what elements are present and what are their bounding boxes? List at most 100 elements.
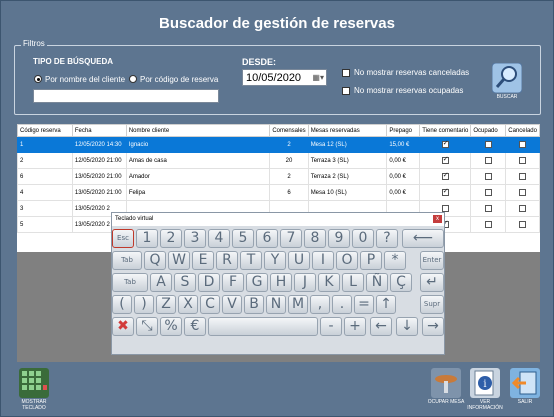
cancelado-checkbox[interactable] <box>519 156 527 164</box>
key-l[interactable]: L <box>342 273 364 292</box>
key-symbol[interactable]: - <box>320 317 342 336</box>
col-header[interactable]: Código reserva <box>17 124 73 137</box>
key-symbol[interactable]: ← <box>370 317 392 336</box>
key-1[interactable]: 1 <box>136 229 158 248</box>
radio-por-nombre-label[interactable]: Por nombre del cliente <box>45 75 125 84</box>
comentario-checkbox[interactable] <box>441 171 449 180</box>
key-k[interactable]: K <box>318 273 340 292</box>
radio-por-codigo-label[interactable]: Por código de reserva <box>140 75 218 84</box>
chk-no-canceladas-label[interactable]: No mostrar reservas canceladas <box>354 68 469 77</box>
key-symbol[interactable]: ( <box>112 295 132 314</box>
key-symbol[interactable]: = <box>354 295 374 314</box>
ocupado-checkbox[interactable] <box>484 172 492 180</box>
key-ñ[interactable]: Ñ <box>366 273 388 292</box>
cancelado-checkbox[interactable] <box>519 172 527 180</box>
table-row[interactable]: 1 12/05/2020 14:30 Ignacio 2 Mesa 12 (SL) 15,… <box>17 136 540 153</box>
key-5[interactable]: 5 <box>232 229 254 248</box>
ocupado-checkbox[interactable] <box>484 220 492 228</box>
col-header[interactable]: Comensales <box>269 124 309 137</box>
mostrar-teclado-button[interactable] <box>19 368 49 398</box>
ocupado-checkbox[interactable] <box>484 188 492 196</box>
col-header[interactable]: Nombre cliente <box>125 124 271 137</box>
ocupado-checkbox[interactable] <box>484 204 492 212</box>
key-t[interactable]: T <box>240 251 262 270</box>
key-symbol[interactable]: ↓ <box>396 317 418 336</box>
key-v[interactable]: V <box>222 295 242 314</box>
key-r[interactable]: R <box>216 251 238 270</box>
key-e[interactable]: E <box>192 251 214 270</box>
keyboard-close-button[interactable]: x <box>433 215 442 223</box>
desde-date-picker[interactable]: 10/05/2020 ▦▾ <box>242 69 327 86</box>
key-c[interactable]: C <box>200 295 220 314</box>
search-input[interactable] <box>33 89 219 103</box>
table-row[interactable]: 4 13/05/2020 21:00 Felipa 6 Mesa 10 (SL) 0,00… <box>17 184 540 201</box>
key-symbol[interactable]: + <box>344 317 366 336</box>
ocupar-mesa-button[interactable] <box>431 368 461 398</box>
key-symbol[interactable]: ) <box>134 295 154 314</box>
col-header[interactable]: Fecha <box>71 124 127 137</box>
key-symbol[interactable]: * <box>384 251 406 270</box>
col-header[interactable]: Cancelado <box>505 124 540 137</box>
cancelado-checkbox[interactable] <box>519 188 527 196</box>
key-supr[interactable]: Supr <box>420 295 444 314</box>
cancelado-checkbox[interactable] <box>519 220 527 228</box>
key-symbol[interactable]: % <box>160 317 182 336</box>
key-symbol[interactable]: , <box>310 295 330 314</box>
key-m[interactable]: M <box>288 295 308 314</box>
col-header[interactable]: Tiene comentario <box>419 124 472 137</box>
key-a[interactable]: A <box>150 273 172 292</box>
key-q[interactable]: Q <box>144 251 166 270</box>
key-8[interactable]: 8 <box>304 229 326 248</box>
ver-informacion-button[interactable]: i <box>470 368 500 398</box>
key-space[interactable] <box>208 317 318 336</box>
buscar-button[interactable] <box>491 62 523 94</box>
key-n[interactable]: N <box>266 295 286 314</box>
key-d[interactable]: D <box>198 273 220 292</box>
cancelado-checkbox[interactable] <box>519 204 527 212</box>
table-row[interactable]: 2 12/05/2020 21:00 Amas de casa 20 Terraza 3… <box>17 152 540 169</box>
ocupado-checkbox[interactable] <box>484 156 492 164</box>
key-symbol[interactable]: ? <box>376 229 398 248</box>
col-header[interactable]: Ocupado <box>470 124 507 137</box>
key-0[interactable]: 0 <box>352 229 374 248</box>
key-i[interactable]: I <box>312 251 334 270</box>
radio-por-nombre[interactable] <box>34 75 42 83</box>
salir-button[interactable] <box>510 368 540 398</box>
ocupado-checkbox[interactable] <box>484 140 492 148</box>
key-s[interactable]: S <box>174 273 196 292</box>
comentario-checkbox[interactable] <box>441 187 449 196</box>
key-symbol[interactable]: ⤡ <box>136 317 158 336</box>
key-y[interactable]: Y <box>264 251 286 270</box>
cancelado-checkbox[interactable] <box>519 140 527 148</box>
chk-no-canceladas[interactable] <box>342 69 350 77</box>
key-p[interactable]: P <box>360 251 382 270</box>
key-f[interactable]: F <box>222 273 244 292</box>
key-symbol[interactable]: € <box>184 317 206 336</box>
chk-no-ocupadas[interactable] <box>342 87 350 95</box>
key-symbol[interactable]: ⟵ <box>402 229 444 248</box>
chk-no-ocupadas-label[interactable]: No mostrar reservas ocupadas <box>354 86 463 95</box>
key-g[interactable]: G <box>246 273 268 292</box>
key-6[interactable]: 6 <box>256 229 278 248</box>
key-ç[interactable]: Ç <box>390 273 412 292</box>
key-tab[interactable]: Tab <box>112 251 142 270</box>
key-tab[interactable]: Tab <box>112 273 148 292</box>
key-b[interactable]: B <box>244 295 264 314</box>
col-header[interactable]: Mesas reservadas <box>307 124 388 137</box>
key-7[interactable]: 7 <box>280 229 302 248</box>
comentario-checkbox[interactable] <box>441 155 449 164</box>
key-4[interactable]: 4 <box>208 229 230 248</box>
key-symbol[interactable]: ✖ <box>112 317 134 336</box>
key-symbol[interactable]: . <box>332 295 352 314</box>
comentario-checkbox[interactable] <box>441 204 449 212</box>
calendar-icon[interactable]: ▦▾ <box>312 73 324 82</box>
col-header[interactable]: Prepago <box>386 124 421 137</box>
key-w[interactable]: W <box>168 251 190 270</box>
key-2[interactable]: 2 <box>160 229 182 248</box>
key-symbol[interactable]: ↵ <box>420 273 444 292</box>
key-symbol[interactable]: ↑ <box>376 295 396 314</box>
key-j[interactable]: J <box>294 273 316 292</box>
table-row[interactable]: 6 13/05/2020 21:00 Amador 2 Terraza 2 (SL) 0,… <box>17 168 540 185</box>
key-esc[interactable]: Esc <box>112 229 134 248</box>
key-x[interactable]: X <box>178 295 198 314</box>
